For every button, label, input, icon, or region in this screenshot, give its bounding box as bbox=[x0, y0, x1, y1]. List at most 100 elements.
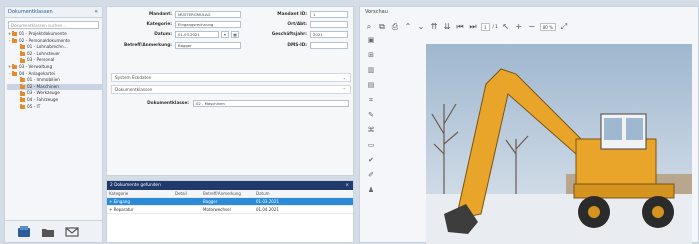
document-preview-image bbox=[426, 44, 692, 244]
crop-icon[interactable]: ⌗ bbox=[369, 95, 373, 106]
annotate-icon[interactable]: ✎ bbox=[368, 110, 374, 121]
copy-icon[interactable]: ⧉ bbox=[377, 21, 387, 32]
folder-icon bbox=[12, 70, 17, 76]
section-dokumentklassen[interactable]: Dokumentklassen ⌃ bbox=[111, 85, 351, 94]
archive-icon[interactable] bbox=[17, 225, 31, 238]
table-cell: Bagger bbox=[203, 199, 218, 204]
tree-item[interactable]: 03 - Personal bbox=[7, 57, 102, 64]
calendar-icon[interactable]: ▦ bbox=[231, 31, 239, 38]
column-header[interactable]: Betreff/Anmerkung bbox=[201, 190, 254, 197]
fit-icon[interactable]: ⤢ bbox=[559, 21, 569, 32]
mandant-id-label: Mandant ID: bbox=[277, 12, 307, 17]
cursor-icon[interactable]: ↖ bbox=[501, 21, 511, 32]
section-title: System Eckdaten bbox=[115, 75, 152, 80]
dokklasse-field[interactable]: 02 - Maschinen bbox=[193, 100, 349, 107]
tree-item[interactable]: 02 - Maschinen bbox=[7, 83, 102, 91]
preview-sidetools: ▣ ⊞ ▥ ▤ ⌗ ✎ ⌘ ▭ ✔ ✐ ♟ bbox=[362, 35, 380, 196]
ortabt-label: Ort/Abt: bbox=[287, 22, 307, 27]
folder-icon bbox=[12, 31, 17, 37]
check-icon[interactable]: ✔ bbox=[368, 155, 374, 166]
dms-id-label: DMS-ID: bbox=[287, 43, 307, 48]
table-cell bbox=[173, 206, 201, 213]
table-row[interactable]: + Reparatur Motorwechsel 01.04.2021 bbox=[107, 206, 353, 214]
folder-icon bbox=[20, 77, 25, 83]
table-cell: + Eingang bbox=[109, 199, 130, 204]
results-title: 2 Dokumente gefunden bbox=[110, 183, 161, 188]
page-input[interactable]: 1 bbox=[481, 22, 490, 31]
folder-icon bbox=[20, 103, 25, 109]
datum-field[interactable]: 01.03.2021 bbox=[175, 31, 219, 38]
layout-icon[interactable]: ▥ bbox=[368, 65, 375, 76]
close-icon[interactable]: × bbox=[345, 181, 349, 190]
document-icon[interactable]: ▤ bbox=[368, 80, 375, 91]
dms-id-field[interactable] bbox=[310, 42, 348, 49]
preview-panel: Vorschau ⌕ ⧉ ⎙ ⌃ ⌄ ⇈ ⇊ ⏮ ⏭ 1 / 1 ↖ + − 8… bbox=[359, 6, 699, 244]
last-page-icon[interactable]: ⏭ bbox=[468, 21, 478, 32]
column-header[interactable]: Datum bbox=[254, 190, 349, 197]
chevron-up-icon[interactable]: ⌃ bbox=[403, 21, 413, 32]
chevron-down-icon[interactable]: ⌄ bbox=[416, 21, 426, 32]
tree-item[interactable]: +01 - Projektdokumente bbox=[7, 31, 102, 38]
tree-item[interactable]: -02 - Personaldokumente bbox=[7, 38, 102, 45]
page-icon[interactable]: ▭ bbox=[368, 140, 375, 151]
results-columns: Kategorie Detail Betreff/Anmerkung Datum bbox=[107, 190, 353, 198]
collapse-icon[interactable]: « bbox=[94, 8, 98, 15]
tree-item[interactable]: -04 - Anlagekartei bbox=[7, 71, 102, 78]
thumbnail-icon[interactable]: ▣ bbox=[368, 35, 375, 46]
page-total: / 1 bbox=[492, 24, 498, 29]
tree-item[interactable]: 05 - IT bbox=[7, 104, 102, 111]
tree-item-label: 04 - Anlagekartei bbox=[19, 70, 56, 76]
chevron-up-icon: ⌃ bbox=[342, 87, 346, 92]
ortabt-field[interactable] bbox=[310, 21, 348, 28]
pen-icon[interactable]: ✐ bbox=[368, 170, 374, 181]
section-system-eckdaten[interactable]: System Eckdaten ⌄ bbox=[111, 73, 351, 82]
kategorie-field[interactable]: Eingangsrechnung bbox=[175, 21, 241, 28]
folder-icon bbox=[12, 37, 17, 43]
column-header[interactable]: Kategorie bbox=[107, 190, 173, 197]
mandant-label: Mandant: bbox=[148, 12, 172, 17]
folder-icon bbox=[20, 57, 25, 63]
tree-item[interactable]: +03 - Verwaltung bbox=[7, 64, 102, 71]
stamp-icon[interactable]: ⌘ bbox=[368, 125, 375, 136]
kategorie-label: Kategorie: bbox=[146, 22, 172, 27]
print-icon[interactable]: ⎙ bbox=[390, 21, 400, 32]
tree-item-label: 03 - Verwaltung bbox=[19, 63, 53, 69]
preview-title: Vorschau bbox=[365, 9, 388, 15]
zoom-out-icon[interactable]: − bbox=[527, 21, 537, 32]
class-search-input[interactable]: Dokumentklassen suchen... bbox=[8, 21, 99, 29]
folder-icon[interactable] bbox=[41, 226, 55, 238]
metadata-form: Mandant: MUSTERGMULAG Kategorie: Eingang… bbox=[106, 6, 354, 176]
dropdown-icon[interactable]: ▾ bbox=[221, 31, 229, 38]
panel-title: Dokumentklassen bbox=[5, 7, 102, 18]
stamp-icon[interactable]: ♟ bbox=[368, 185, 374, 196]
tree-item[interactable]: 01 - Immobilien bbox=[7, 77, 102, 84]
zoom-select[interactable]: 80 % bbox=[539, 22, 556, 31]
folder-icon bbox=[20, 44, 25, 50]
mandant-field[interactable]: MUSTERGMULAG bbox=[175, 11, 241, 18]
column-header[interactable]: Detail bbox=[173, 190, 201, 197]
dokklasse-label: Dokumentklasse: bbox=[147, 101, 189, 106]
folder-icon bbox=[20, 51, 25, 57]
first-page-icon[interactable]: ⏮ bbox=[455, 21, 465, 32]
search-icon[interactable]: ⌕ bbox=[364, 21, 374, 32]
tree-item-label: 05 - IT bbox=[27, 103, 41, 109]
tree-item[interactable]: 01 - Lohnabrechn... bbox=[7, 44, 102, 51]
tree-item[interactable]: 02 - Lohnsteuer bbox=[7, 51, 102, 58]
table-row[interactable]: + Eingang Bagger 01.03.2021 bbox=[107, 198, 353, 206]
tree-item[interactable]: 04 - Fahrzeuge bbox=[7, 97, 102, 104]
section-title: Dokumentklassen bbox=[115, 87, 153, 92]
double-up-icon[interactable]: ⇈ bbox=[429, 21, 439, 32]
betreff-field[interactable]: Bagger bbox=[175, 42, 241, 49]
geschaeftsjahr-field[interactable]: 2021 bbox=[310, 31, 348, 38]
double-down-icon[interactable]: ⇊ bbox=[442, 21, 452, 32]
tree-item-label: 04 - Fahrzeuge bbox=[27, 96, 59, 102]
mail-icon[interactable] bbox=[65, 226, 79, 238]
folder-icon bbox=[20, 90, 25, 96]
grid-icon[interactable]: ⊞ bbox=[368, 50, 374, 61]
zoom-in-icon[interactable]: + bbox=[514, 21, 524, 32]
table-cell: + Reparatur bbox=[109, 207, 134, 212]
betreff-label: Betreff/Anmerkung: bbox=[124, 43, 172, 48]
mandant-id-field[interactable]: 1 bbox=[310, 11, 348, 18]
tree-item[interactable]: 03 - Werkzeuge bbox=[7, 90, 102, 97]
class-tree: +01 - Projektdokumente -02 - Personaldoku… bbox=[5, 31, 102, 110]
